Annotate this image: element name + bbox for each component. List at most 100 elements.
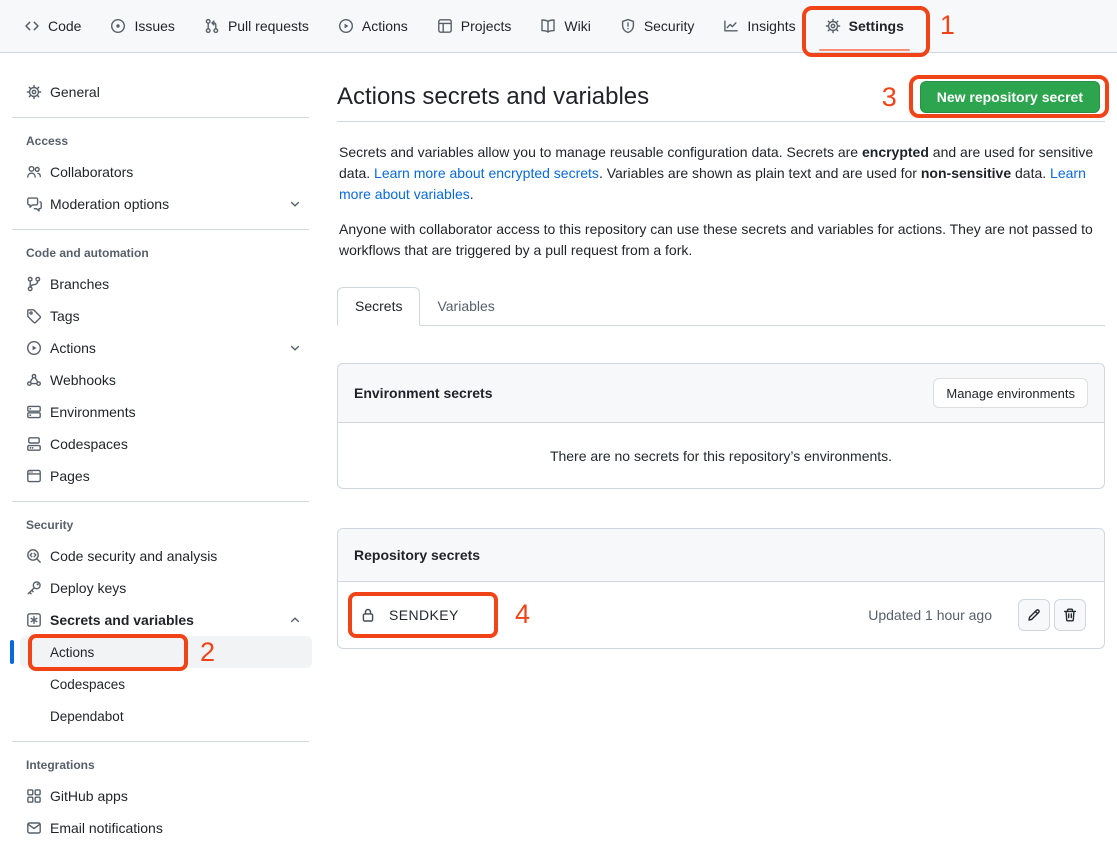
manage-environments-button[interactable]: Manage environments: [933, 378, 1088, 408]
divider: [12, 741, 309, 742]
repository-secrets-title: Repository secrets: [354, 547, 480, 563]
sidebar-subitem-codespaces[interactable]: Codespaces: [20, 668, 312, 700]
sidebar-item-pages[interactable]: Pages: [0, 460, 321, 492]
sidebar-item-github-apps[interactable]: GitHub apps: [0, 780, 321, 812]
table-icon: [437, 18, 453, 34]
sidebar-item-label: Codespaces: [50, 677, 125, 692]
sidebar-item-email-notifications[interactable]: Email notifications: [0, 812, 321, 844]
book-icon: [540, 18, 556, 34]
sidebar-item-label: General: [50, 84, 100, 100]
sidebar-item-label: Branches: [50, 276, 109, 292]
git-pull-request-icon: [204, 18, 220, 34]
sidebar-item-label: Environments: [50, 404, 136, 420]
nav-tab-label: Issues: [134, 18, 174, 34]
sidebar-item-label: Email notifications: [50, 820, 163, 836]
sidebar-item-label: Dependabot: [50, 709, 124, 724]
emphasis-encrypted: encrypted: [862, 144, 929, 160]
sidebar-item-webhooks[interactable]: Webhooks: [0, 364, 321, 396]
nav-tab-code[interactable]: Code: [14, 10, 91, 42]
webhook-icon: [26, 372, 42, 388]
edit-secret-button[interactable]: [1018, 599, 1050, 631]
sidebar-item-moderation-options[interactable]: Moderation options: [0, 188, 321, 220]
secret-updated-text: Updated 1 hour ago: [868, 607, 992, 623]
chevron-down-icon: [289, 342, 301, 354]
sidebar-item-label: Collaborators: [50, 164, 133, 180]
sidebar-item-label: GitHub apps: [50, 788, 128, 804]
access-note-paragraph: Anyone with collaborator access to this …: [339, 219, 1099, 261]
new-repository-secret-button[interactable]: New repository secret 3: [920, 81, 1100, 113]
divider: [12, 229, 309, 230]
nav-tab-label: Security: [644, 18, 695, 34]
nav-tab-label: Settings: [849, 18, 904, 34]
sidebar-item-actions[interactable]: Actions: [0, 332, 321, 364]
repository-secrets-box: Repository secrets SENDKEY 4 Updated 1 h…: [337, 528, 1105, 649]
sidebar-item-label: Code security and analysis: [50, 548, 217, 564]
tab-secrets[interactable]: Secrets: [337, 287, 420, 326]
nav-tab-label: Projects: [461, 18, 512, 34]
sidebar-item-collaborators[interactable]: Collaborators: [0, 156, 321, 188]
nav-tab-label: Insights: [747, 18, 795, 34]
nav-tab-issues[interactable]: Issues: [100, 10, 184, 42]
sidebar-subitem-dependabot[interactable]: Dependabot: [20, 700, 312, 732]
nav-tab-settings[interactable]: Settings 1: [815, 10, 914, 42]
sidebar-item-deploy-keys[interactable]: Deploy keys: [0, 572, 321, 604]
main-content: Actions secrets and variables New reposi…: [337, 53, 1105, 649]
emphasis-non-sensitive: non-sensitive: [921, 165, 1011, 181]
repo-nav: Code Issues Pull requests Actions Projec…: [0, 0, 1117, 53]
sidebar-item-branches[interactable]: Branches: [0, 268, 321, 300]
chevron-up-icon: [289, 614, 301, 626]
key-icon: [26, 580, 42, 596]
nav-tab-projects[interactable]: Projects: [427, 10, 522, 42]
sidebar-item-general[interactable]: General: [0, 76, 321, 108]
apps-icon: [26, 788, 42, 804]
people-icon: [26, 164, 42, 180]
annotation-digit-4: 4: [515, 601, 530, 628]
nav-tab-wiki[interactable]: Wiki: [530, 10, 600, 42]
sidebar-item-label: Deploy keys: [50, 580, 126, 596]
divider: [12, 501, 309, 502]
nav-tab-label: Code: [48, 18, 81, 34]
gear-icon: [26, 84, 42, 100]
sidebar-item-environments[interactable]: Environments: [0, 396, 321, 428]
graph-icon: [723, 18, 739, 34]
sidebar-section-access: Access: [0, 131, 321, 151]
sidebar-section-integrations: Integrations: [0, 755, 321, 775]
secrets-variables-tabs: Secrets Variables: [337, 287, 1105, 326]
nav-tab-label: Actions: [362, 18, 408, 34]
delete-secret-button[interactable]: [1054, 599, 1086, 631]
sidebar-item-label: Codespaces: [50, 436, 128, 452]
sidebar-subitem-actions[interactable]: Actions 2: [20, 636, 312, 668]
nav-tab-insights[interactable]: Insights: [713, 10, 805, 42]
play-icon: [26, 340, 42, 356]
codespaces-icon: [26, 436, 42, 452]
git-branch-icon: [26, 276, 42, 292]
codescan-icon: [26, 548, 42, 564]
trash-icon: [1062, 607, 1078, 623]
nav-tab-pull-requests[interactable]: Pull requests: [194, 10, 319, 42]
key-asterisk-icon: [26, 612, 42, 628]
issue-opened-icon: [110, 18, 126, 34]
sidebar-item-label: Actions: [50, 340, 96, 356]
nav-tab-actions[interactable]: Actions: [328, 10, 418, 42]
pencil-icon: [1026, 607, 1042, 623]
tab-variables[interactable]: Variables: [420, 288, 511, 325]
environment-secrets-header: Environment secrets Manage environments: [338, 364, 1104, 423]
sidebar-item-code-security[interactable]: Code security and analysis: [0, 540, 321, 572]
sidebar-item-tags[interactable]: Tags: [0, 300, 321, 332]
sidebar-item-codespaces[interactable]: Codespaces: [0, 428, 321, 460]
annotation-digit-2: 2: [200, 639, 215, 666]
link-encrypted-secrets[interactable]: Learn more about encrypted secrets: [374, 165, 599, 181]
annotation-digit-1: 1: [940, 12, 955, 39]
repository-secrets-header: Repository secrets: [338, 529, 1104, 582]
browser-icon: [26, 468, 42, 484]
chevron-down-icon: [289, 198, 301, 210]
nav-tab-security[interactable]: Security: [610, 10, 705, 42]
annotation-digit-3: 3: [882, 84, 897, 111]
divider: [12, 117, 309, 118]
sidebar-item-label: Pages: [50, 468, 90, 484]
secret-row: SENDKEY 4 Updated 1 hour ago: [338, 582, 1104, 648]
sidebar-item-label: Moderation options: [50, 196, 169, 212]
sidebar-item-secrets-and-variables[interactable]: Secrets and variables: [0, 604, 321, 636]
environment-secrets-box: Environment secrets Manage environments …: [337, 363, 1105, 489]
play-icon: [338, 18, 354, 34]
